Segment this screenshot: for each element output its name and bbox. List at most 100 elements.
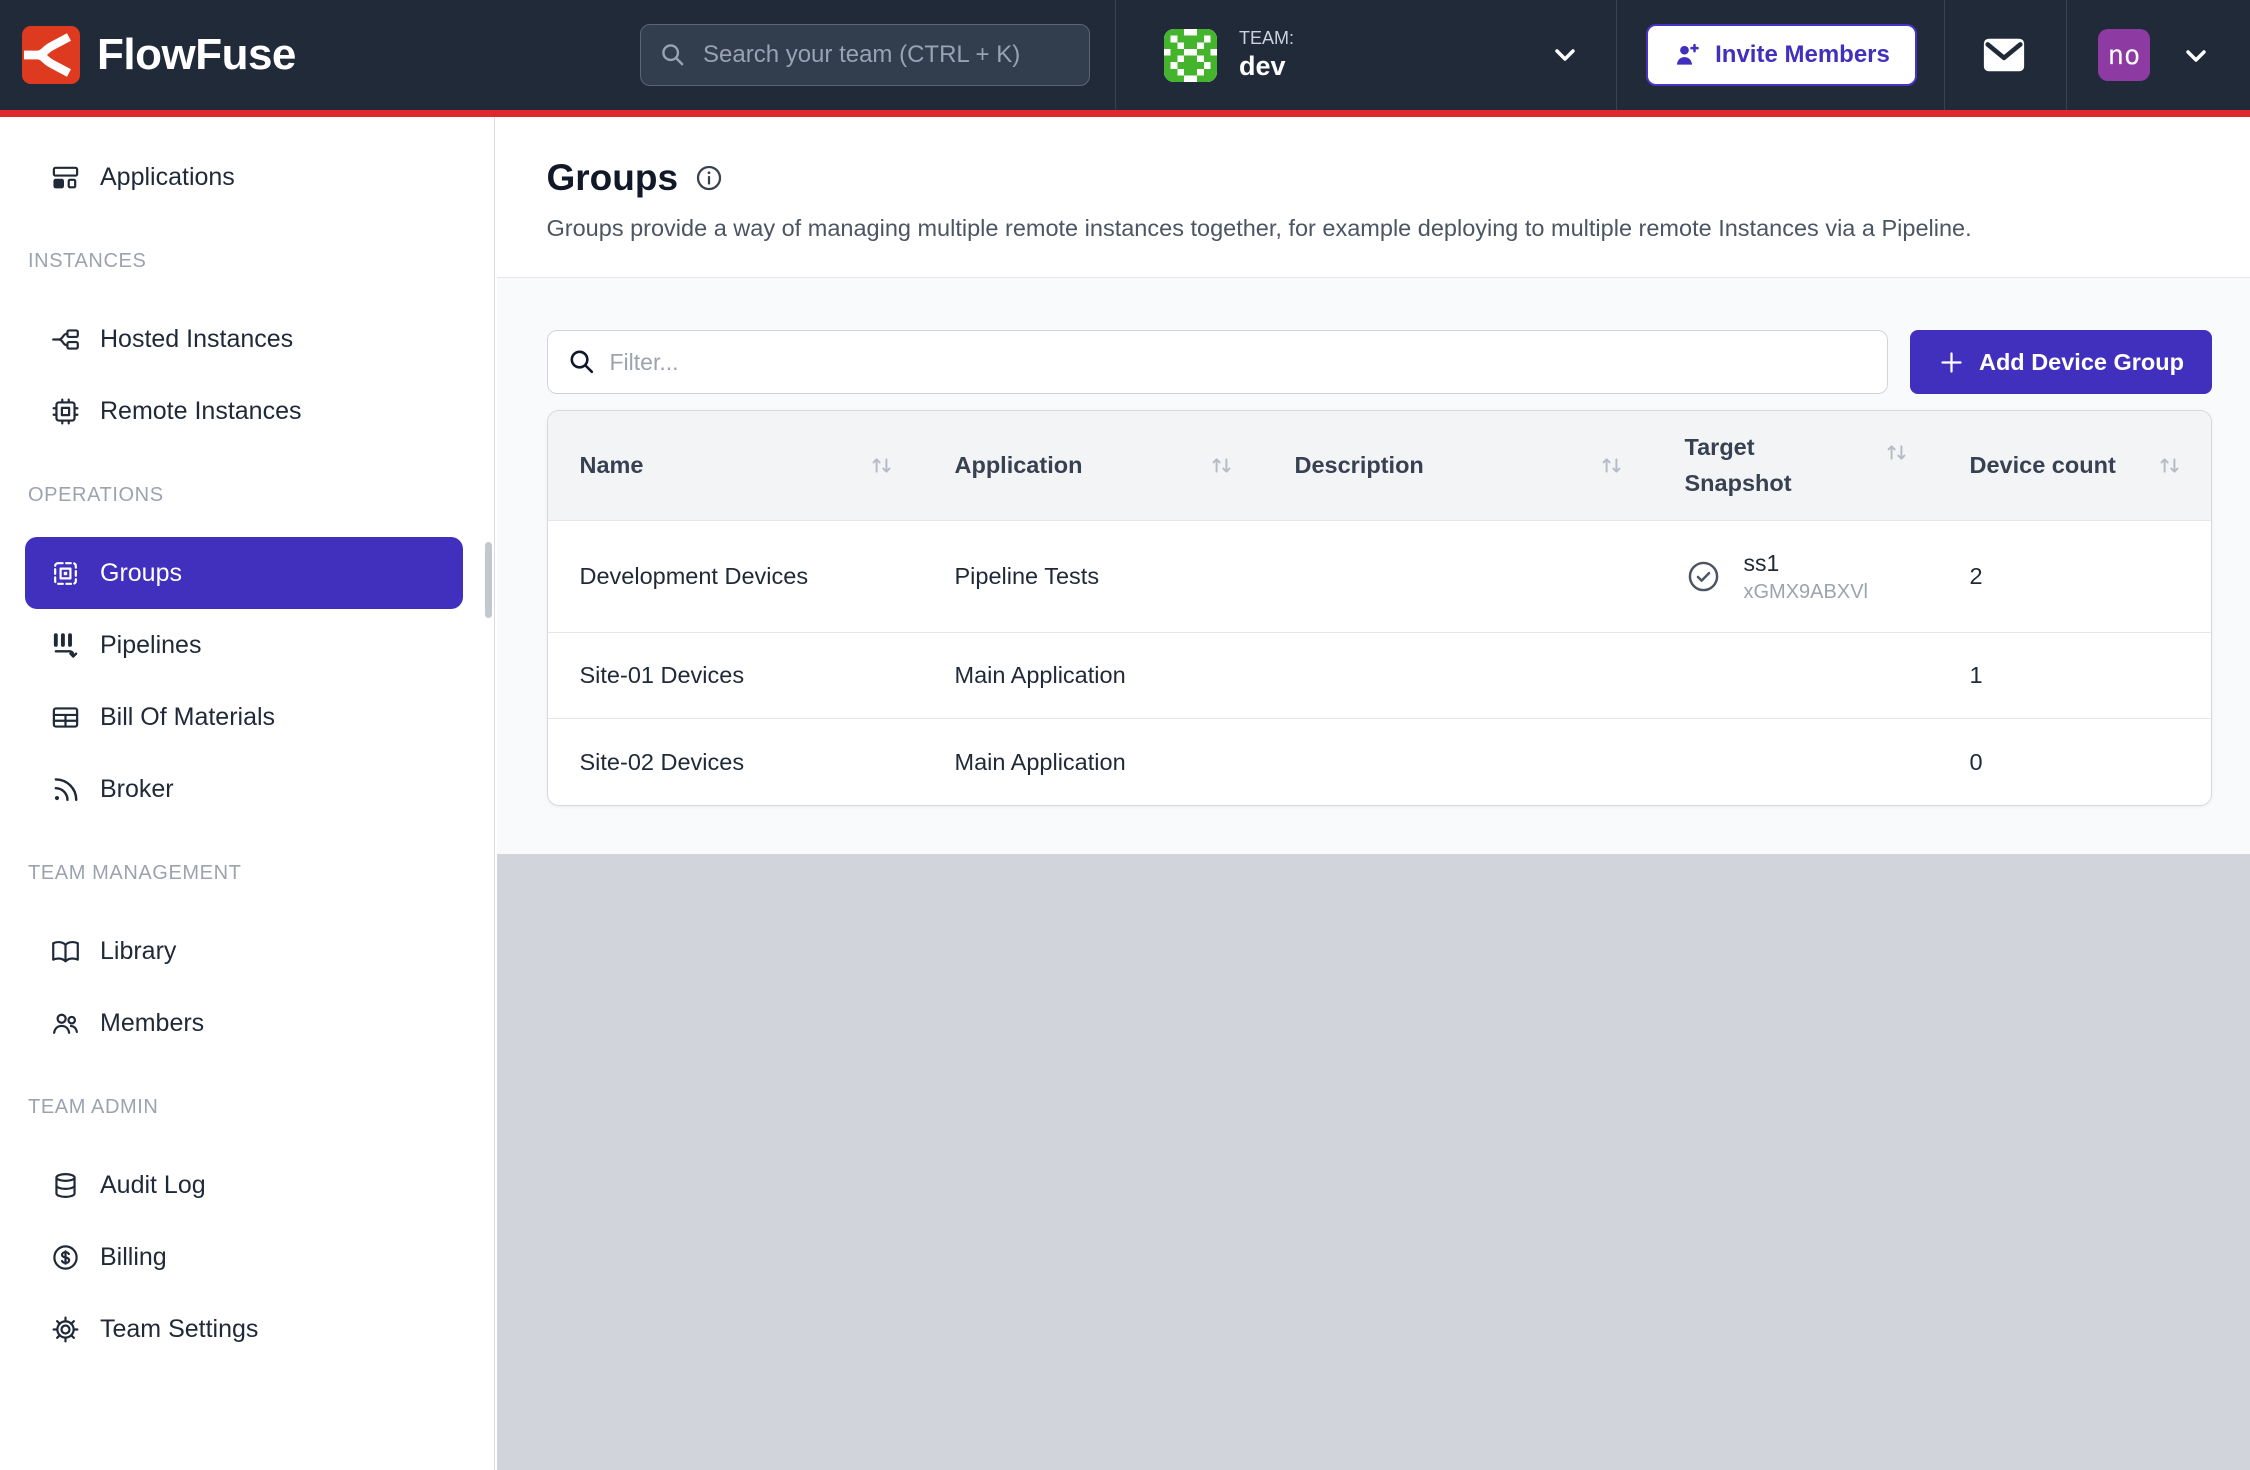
sidebar-item-members[interactable]: Members (0, 987, 494, 1059)
user-plus-icon (1673, 41, 1702, 70)
column-header-target-snapshot[interactable]: Target Snapshot (1653, 411, 1938, 520)
main-content: Groups Groups provide a way of managing … (497, 117, 2250, 1470)
hosted-instances-icon (50, 324, 81, 355)
info-icon[interactable] (694, 163, 724, 193)
search-icon (566, 346, 597, 377)
toolbar: Add Device Group (547, 330, 2213, 394)
billing-icon (50, 1242, 81, 1273)
navbar-divider (2066, 0, 2067, 110)
column-header-name[interactable]: Name (548, 411, 923, 520)
sidebar-item-label: Pipelines (100, 631, 201, 660)
flowfuse-logo-icon (22, 26, 80, 84)
team-avatar (1164, 29, 1217, 82)
team-search (640, 24, 1090, 86)
sidebar: Applications INSTANCES Hosted Instances … (0, 117, 495, 1470)
page-description: Groups provide a way of managing multipl… (547, 215, 2213, 242)
device-groups-table: Name Application Description Target Snap… (547, 410, 2213, 806)
sort-icon[interactable] (2156, 452, 2183, 479)
remote-instances-icon (50, 396, 81, 427)
sidebar-item-library[interactable]: Library (0, 915, 494, 987)
members-icon (50, 1008, 81, 1039)
sidebar-item-label: Bill Of Materials (100, 703, 275, 732)
cell-name: Site-02 Devices (548, 719, 923, 805)
check-circle-icon (1685, 558, 1722, 595)
sort-icon[interactable] (1208, 452, 1235, 479)
device-group-icon (50, 558, 81, 589)
sidebar-item-hosted-instances[interactable]: Hosted Instances (0, 303, 494, 375)
table-row[interactable]: Development Devices Pipeline Tests ss1 x… (548, 521, 2212, 633)
sidebar-item-label: Billing (100, 1243, 167, 1272)
sidebar-section-team-admin: TEAM ADMIN (0, 1095, 494, 1119)
sidebar-section-operations: OPERATIONS (0, 483, 494, 507)
sidebar-item-label: Library (100, 937, 176, 966)
add-device-group-label: Add Device Group (1979, 349, 2184, 376)
applications-icon (50, 162, 81, 193)
sort-icon[interactable] (1883, 439, 1910, 466)
sidebar-item-remote-instances[interactable]: Remote Instances (0, 375, 494, 447)
sidebar-item-label: Audit Log (100, 1171, 206, 1200)
top-navbar: FlowFuse TEAM: dev Invite Members (0, 0, 2250, 117)
sidebar-item-label: Hosted Instances (100, 325, 293, 354)
cell-name: Development Devices (548, 521, 923, 632)
team-selector[interactable]: TEAM: dev (1164, 0, 1294, 110)
cell-description (1263, 633, 1653, 718)
audit-log-icon (50, 1170, 81, 1201)
snapshot-name: ss1 (1744, 550, 1868, 577)
sidebar-item-label: Broker (100, 775, 174, 804)
add-device-group-button[interactable]: Add Device Group (1910, 330, 2212, 394)
cell-description (1263, 521, 1653, 632)
chevron-down-icon[interactable] (2180, 40, 2212, 72)
empty-background (497, 854, 2250, 1470)
cell-device-count: 1 (1938, 633, 2212, 718)
sidebar-item-groups[interactable]: Groups (25, 537, 463, 609)
sidebar-item-bill-of-materials[interactable]: Bill Of Materials (0, 681, 494, 753)
user-avatar[interactable]: no (2098, 29, 2150, 81)
search-input[interactable] (640, 24, 1090, 86)
navbar-divider (1944, 0, 1945, 110)
sidebar-item-pipelines[interactable]: Pipelines (0, 609, 494, 681)
sidebar-item-broker[interactable]: Broker (0, 753, 494, 825)
sidebar-item-label: Team Settings (100, 1315, 258, 1344)
search-icon (658, 40, 687, 69)
table-row[interactable]: Site-02 Devices Main Application 0 (548, 719, 2212, 805)
column-header-description[interactable]: Description (1263, 411, 1653, 520)
sidebar-item-label: Members (100, 1009, 204, 1038)
groups-panel: Add Device Group Name Application Descri… (497, 278, 2250, 854)
sidebar-item-applications[interactable]: Applications (0, 141, 494, 213)
brand-name: FlowFuse (97, 30, 296, 80)
filter-input[interactable] (547, 330, 1888, 394)
sort-icon[interactable] (1598, 452, 1625, 479)
plus-icon (1938, 349, 1965, 376)
mail-icon (1981, 33, 2027, 77)
brand[interactable]: FlowFuse (22, 26, 296, 84)
broker-icon (50, 774, 81, 805)
sidebar-item-team-settings[interactable]: Team Settings (0, 1293, 494, 1365)
snapshot-id: xGMX9ABXVl (1744, 581, 1868, 604)
navbar-divider (1616, 0, 1617, 110)
sidebar-item-audit-log[interactable]: Audit Log (0, 1149, 494, 1221)
sidebar-scrollbar-thumb[interactable] (485, 542, 492, 618)
cell-application: Pipeline Tests (923, 521, 1263, 632)
notifications-button[interactable] (1981, 33, 2027, 77)
sort-icon[interactable] (868, 452, 895, 479)
sidebar-section-team-management: TEAM MANAGEMENT (0, 861, 494, 885)
cell-name: Site-01 Devices (548, 633, 923, 718)
sidebar-item-label: Applications (100, 163, 235, 192)
sidebar-item-label: Remote Instances (100, 397, 302, 426)
column-header-device-count[interactable]: Device count (1938, 411, 2212, 520)
invite-members-button[interactable]: Invite Members (1646, 24, 1917, 86)
cell-target-snapshot (1653, 633, 1938, 718)
team-label: TEAM: (1239, 28, 1294, 49)
invite-members-label: Invite Members (1715, 41, 1890, 69)
cell-device-count: 0 (1938, 719, 2212, 805)
column-header-application[interactable]: Application (923, 411, 1263, 520)
navbar-divider (1115, 0, 1116, 110)
sidebar-item-billing[interactable]: Billing (0, 1221, 494, 1293)
cell-target-snapshot: ss1 xGMX9ABXVl (1653, 521, 1938, 632)
sidebar-item-label: Groups (100, 559, 182, 588)
page-header: Groups Groups provide a way of managing … (497, 117, 2250, 278)
filter-field (547, 330, 1888, 394)
table-row[interactable]: Site-01 Devices Main Application 1 (548, 633, 2212, 719)
chevron-down-icon[interactable] (1549, 39, 1581, 71)
settings-icon (50, 1314, 81, 1345)
